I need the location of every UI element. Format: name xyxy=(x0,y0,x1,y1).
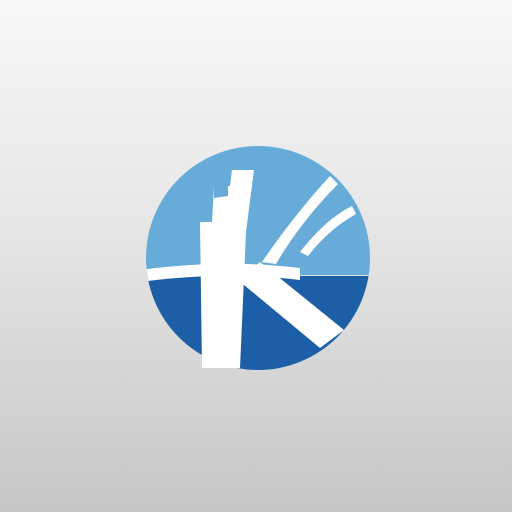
app-icon-background xyxy=(0,0,512,512)
k-circle-logo-icon xyxy=(146,146,370,370)
logo-k-top-accent xyxy=(214,186,228,198)
logo-circle-upper xyxy=(146,146,370,275)
